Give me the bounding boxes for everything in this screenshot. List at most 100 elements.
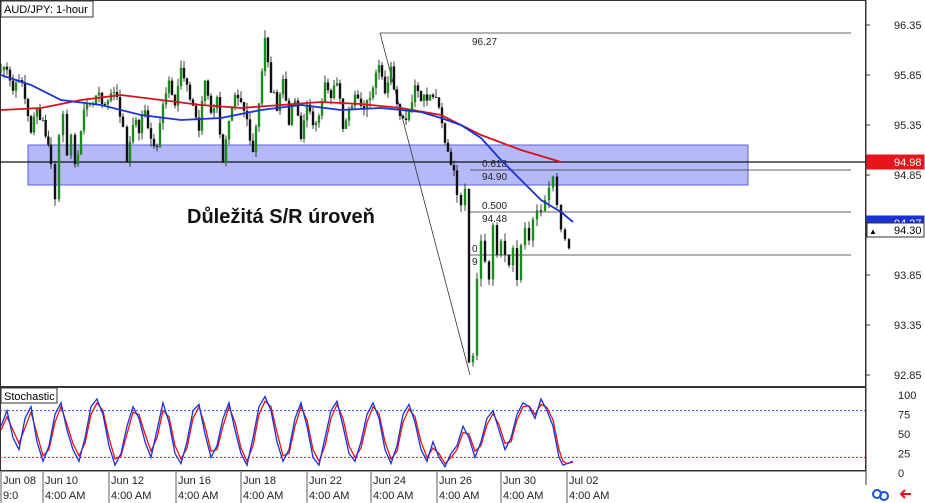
candle-body bbox=[479, 240, 483, 279]
time-date-label: Jun 10 bbox=[45, 475, 78, 487]
candle-body bbox=[203, 80, 207, 101]
candle-body bbox=[495, 225, 499, 255]
time-date-label: Jul 02 bbox=[569, 475, 598, 487]
candle-body bbox=[212, 108, 216, 113]
candle-body bbox=[41, 120, 45, 122]
candle-body bbox=[218, 97, 222, 135]
candle-body bbox=[320, 101, 324, 116]
candle-body bbox=[563, 229, 567, 240]
candle-body bbox=[233, 94, 237, 107]
candle-body bbox=[239, 98, 243, 103]
candle-body bbox=[106, 100, 110, 105]
candle-body bbox=[76, 154, 80, 165]
candle-body bbox=[515, 248, 519, 281]
candle-body bbox=[242, 102, 246, 111]
candle-body bbox=[65, 113, 69, 156]
candle-body bbox=[158, 123, 162, 147]
candle-body bbox=[377, 65, 381, 73]
time-hour-label: 4:00 AM bbox=[569, 490, 609, 502]
candle-body bbox=[437, 97, 441, 108]
candle-body bbox=[146, 110, 150, 129]
candle-body bbox=[539, 210, 543, 212]
link-icon[interactable] bbox=[872, 489, 889, 501]
candle-body bbox=[413, 85, 417, 103]
time-date-label: Jun 30 bbox=[503, 475, 536, 487]
candle-body bbox=[443, 123, 447, 143]
price-badge-marker: ▲ bbox=[869, 227, 877, 236]
arrow-left-icon[interactable] bbox=[899, 489, 911, 499]
stoch-tick-label: 75 bbox=[898, 410, 910, 422]
stoch-tick-label: 0 bbox=[898, 468, 904, 480]
candle-body bbox=[131, 125, 135, 142]
candle-body bbox=[487, 261, 491, 280]
candle-body bbox=[137, 119, 141, 134]
time-hour-label: 4:00 AM bbox=[373, 490, 413, 502]
candle-body bbox=[535, 210, 539, 220]
candle-body bbox=[38, 108, 42, 121]
stoch-tick-label: 100 bbox=[898, 390, 916, 402]
candle-body bbox=[329, 90, 333, 99]
candle-body bbox=[374, 72, 378, 88]
time-date-label: Jun 18 bbox=[243, 475, 276, 487]
candle-body bbox=[185, 78, 189, 85]
candle-body bbox=[206, 80, 210, 96]
candle-body bbox=[467, 188, 471, 363]
price-badge-label: 94.98 bbox=[894, 157, 922, 169]
candle-body bbox=[386, 82, 390, 94]
sr-zone-label: Důležitá S/R úroveň bbox=[187, 206, 375, 228]
candle-body bbox=[392, 66, 396, 90]
candle-body bbox=[128, 141, 132, 162]
price-tick-label: 96.35 bbox=[894, 20, 922, 32]
time-hour-label: 4:00 AM bbox=[45, 490, 85, 502]
candle-body bbox=[290, 104, 294, 125]
fib-level-price: 9 bbox=[472, 257, 478, 268]
time-date-label: Jun 26 bbox=[439, 475, 472, 487]
candle-body bbox=[475, 278, 479, 356]
candle-body bbox=[446, 142, 450, 152]
candle-body bbox=[103, 103, 107, 105]
candle-body bbox=[164, 93, 168, 105]
candle-body bbox=[407, 111, 411, 120]
candle-body bbox=[182, 67, 186, 79]
candle-body bbox=[29, 116, 33, 133]
candle-body bbox=[260, 71, 264, 104]
candle-body bbox=[531, 219, 535, 241]
candle-body bbox=[347, 110, 351, 121]
candle-body bbox=[26, 98, 30, 117]
candle-body bbox=[380, 65, 384, 77]
fib-level-price: 94.90 bbox=[482, 172, 507, 183]
candle-body bbox=[47, 136, 50, 145]
candle-body bbox=[547, 187, 551, 201]
time-date-label: Jun 16 bbox=[178, 475, 211, 487]
candle-body bbox=[266, 37, 270, 63]
candle-body bbox=[483, 240, 487, 262]
candle-body bbox=[499, 240, 503, 255]
candle-body bbox=[73, 134, 77, 165]
candle-body bbox=[236, 94, 240, 99]
time-date-label: Jun 12 bbox=[111, 475, 144, 487]
price-chart[interactable]: 96.27 0.618 94.90 0.500 94.48 0 9 96.35 95.85 95… bbox=[0, 0, 925, 503]
candle-body bbox=[263, 37, 267, 72]
candle-body bbox=[149, 128, 153, 139]
fib-level-ratio: 0.618 bbox=[482, 159, 507, 170]
candle-body bbox=[503, 240, 507, 255]
candle-body bbox=[401, 115, 405, 119]
candle-body bbox=[248, 119, 252, 141]
candle-body bbox=[23, 82, 27, 99]
candle-body bbox=[284, 78, 288, 101]
candle-body bbox=[323, 82, 327, 102]
candle-body bbox=[125, 126, 129, 162]
candle-body bbox=[0, 70, 3, 72]
candle-body bbox=[311, 111, 315, 126]
candle-body bbox=[419, 91, 423, 101]
candle-body bbox=[422, 94, 426, 101]
price-tick-label: 92.85 bbox=[894, 370, 922, 382]
candle-body bbox=[224, 139, 228, 163]
candle-body bbox=[434, 96, 438, 98]
candle-body bbox=[97, 92, 101, 96]
candle-body bbox=[326, 82, 330, 91]
candle-body bbox=[79, 130, 83, 155]
price-tick-label: 95.35 bbox=[894, 120, 922, 132]
candle-body bbox=[173, 94, 177, 106]
fib-level-ratio: 0.500 bbox=[482, 201, 507, 212]
